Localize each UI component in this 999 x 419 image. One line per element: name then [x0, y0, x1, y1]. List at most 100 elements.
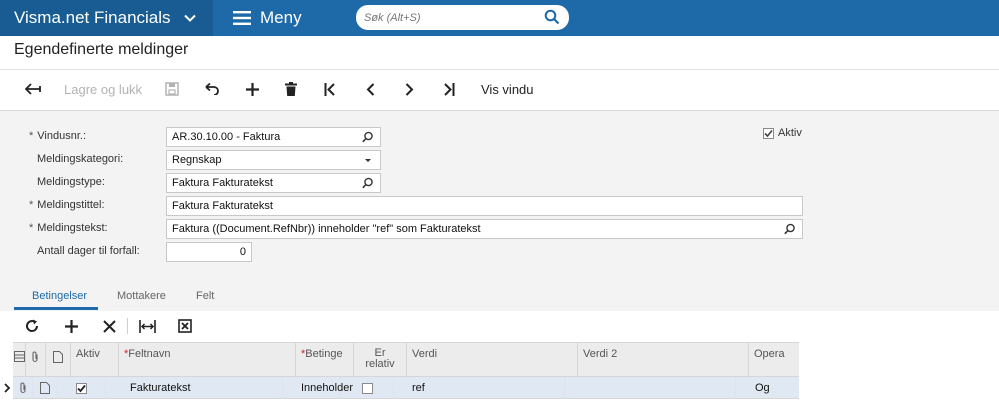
- tab-felt[interactable]: Felt: [196, 290, 214, 302]
- back-arrow-icon: [25, 83, 41, 95]
- active-label: Aktiv: [778, 127, 802, 139]
- col-verdi2[interactable]: Verdi 2: [578, 343, 749, 378]
- note-icon: [53, 351, 63, 363]
- message-form: * Vindusnr.: AR.30.10.00 - Faktura Meldin…: [0, 111, 999, 281]
- last-record-button[interactable]: [441, 80, 457, 98]
- first-icon: [324, 82, 335, 96]
- menu-button[interactable]: Meny: [233, 0, 302, 36]
- last-icon: [444, 82, 455, 96]
- app-title: Visma.net Financials: [14, 8, 171, 27]
- window-no-field[interactable]: AR.30.10.00 - Faktura: [166, 127, 381, 147]
- save-icon: [165, 82, 179, 96]
- chevron-down-icon: [182, 10, 198, 26]
- cell-feltnavn[interactable]: Fakturatekst: [106, 377, 283, 399]
- delete-row-button[interactable]: [101, 317, 117, 335]
- days-due-value: 0: [239, 246, 246, 258]
- row-selector-icon[interactable]: [0, 377, 13, 399]
- category-select[interactable]: Regnskap: [166, 150, 381, 170]
- page-title: Egendefinerte meldinger: [14, 41, 189, 58]
- category-value: Regnskap: [172, 154, 222, 166]
- row-aktiv-checkbox[interactable]: [58, 377, 106, 399]
- msg-title-label: * Meldingstittel:: [29, 199, 105, 211]
- fit-width-icon: [138, 319, 156, 333]
- active-checkbox[interactable]: Aktiv: [763, 127, 802, 139]
- col-betingelse[interactable]: *Beting⁠e: [296, 343, 354, 378]
- first-record-button[interactable]: [322, 80, 338, 98]
- main-toolbar: Lagre og lukk Vis vindu: [0, 70, 999, 108]
- col-aktiv[interactable]: Aktiv: [71, 343, 119, 378]
- type-label: Meldingstype:: [37, 176, 105, 188]
- show-window-button[interactable]: Vis vindu: [481, 80, 534, 98]
- lookup-icon[interactable]: [362, 177, 374, 189]
- export-excel-button[interactable]: [177, 317, 193, 335]
- tab-mottakere[interactable]: Mottakere: [117, 290, 166, 302]
- col-operator[interactable]: Opera: [749, 343, 799, 378]
- search-input[interactable]: [364, 11, 534, 24]
- tab-bar: Betingelser Mottakere Felt: [0, 281, 999, 311]
- checkbox-checked-icon[interactable]: [763, 127, 774, 139]
- previous-record-button[interactable]: [362, 80, 378, 98]
- days-due-label: Antall dager til forfall:: [37, 245, 140, 257]
- lookup-icon[interactable]: [784, 223, 796, 235]
- fit-columns-button[interactable]: [138, 317, 156, 335]
- refresh-icon: [26, 319, 39, 332]
- col-attachments[interactable]: [26, 343, 46, 378]
- msg-text-label: * Meldingstekst:: [29, 222, 108, 234]
- files-icon: [14, 351, 25, 362]
- msg-text-value: Faktura ((Document.RefNbr)) inneholder "…: [172, 223, 481, 235]
- col-notes[interactable]: [46, 343, 71, 378]
- save-and-close-button[interactable]: Lagre og lukk: [64, 80, 142, 98]
- search-icon[interactable]: [544, 9, 560, 25]
- trash-icon: [285, 82, 297, 96]
- window-no-label: * Vindusnr.:: [29, 130, 87, 142]
- type-value: Faktura Fakturatekst: [172, 177, 273, 189]
- days-due-field[interactable]: 0: [166, 242, 252, 262]
- col-feltnavn[interactable]: *Feltnavn: [119, 343, 296, 378]
- msg-title-value: Faktura Fakturatekst: [172, 200, 273, 212]
- grid-toolbar: [0, 311, 999, 342]
- msg-text-field[interactable]: Faktura ((Document.RefNbr)) inneholder "…: [166, 219, 803, 239]
- top-bar: Visma.net Financials Meny: [0, 0, 999, 36]
- type-field[interactable]: Faktura Fakturatekst: [166, 173, 381, 193]
- col-files[interactable]: [13, 343, 26, 378]
- add-row-button[interactable]: [63, 317, 79, 335]
- checkbox-checked-icon[interactable]: [76, 382, 87, 394]
- lookup-icon[interactable]: [362, 131, 374, 143]
- note-icon[interactable]: [33, 377, 58, 399]
- add-button[interactable]: [244, 80, 260, 98]
- global-search: [356, 5, 569, 30]
- save-button[interactable]: [164, 80, 180, 98]
- tab-betingelser[interactable]: Betingelser: [32, 290, 87, 302]
- plus-icon: [64, 319, 78, 333]
- app-brand-menu[interactable]: Visma.net Financials: [0, 0, 213, 36]
- paperclip-icon: [32, 351, 38, 363]
- table-row[interactable]: Fakturatekst Inneholder ref Og: [13, 377, 799, 399]
- close-icon: [102, 319, 116, 333]
- delete-button[interactable]: [283, 80, 299, 98]
- undo-button[interactable]: [204, 80, 220, 98]
- next-record-button[interactable]: [401, 80, 417, 98]
- checkbox-unchecked-icon[interactable]: [361, 382, 373, 394]
- excel-icon: [178, 319, 192, 333]
- col-verdi[interactable]: Verdi: [407, 343, 578, 378]
- msg-title-field[interactable]: Faktura Fakturatekst: [166, 196, 803, 216]
- col-er-relativ[interactable]: Er relativ: [354, 343, 407, 378]
- active-tab-indicator: [14, 307, 98, 310]
- plus-icon: [245, 82, 259, 96]
- chevron-right-icon: [405, 82, 413, 96]
- back-button[interactable]: [24, 80, 42, 98]
- cell-er-relativ[interactable]: [341, 377, 394, 399]
- menu-label: Meny: [260, 8, 302, 27]
- dropdown-arrow-icon[interactable]: [362, 154, 374, 166]
- cell-verdi2[interactable]: [565, 377, 736, 399]
- cell-verdi[interactable]: ref: [394, 377, 565, 399]
- refresh-button[interactable]: [24, 317, 40, 335]
- grid-header: Aktiv *Feltnavn *Beting⁠e Er relativ Verd…: [13, 342, 799, 378]
- cell-operator[interactable]: Og: [736, 377, 799, 399]
- paperclip-icon[interactable]: [13, 377, 33, 399]
- undo-icon: [205, 83, 219, 95]
- chevron-left-icon: [366, 82, 374, 96]
- category-label: Meldingskategori:: [37, 153, 124, 165]
- hamburger-icon: [233, 11, 251, 25]
- cell-betingelse[interactable]: Inneholder: [283, 377, 353, 399]
